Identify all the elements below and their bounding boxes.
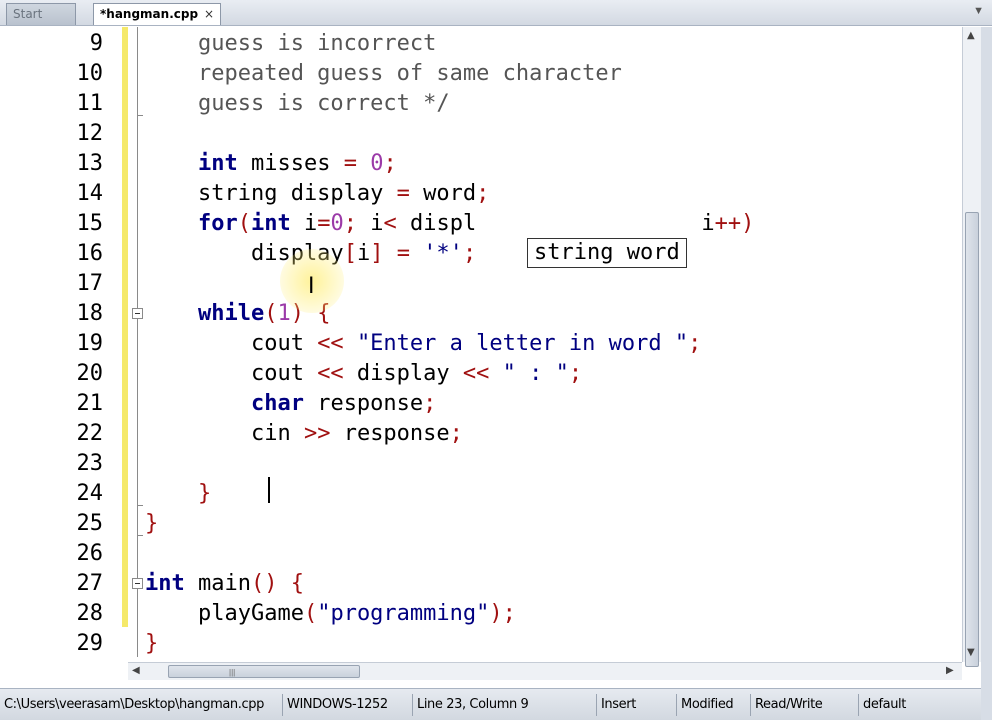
- code-text: playGame("programming");: [145, 601, 516, 626]
- code-line[interactable]: 20 cout << display << " : ";: [0, 359, 962, 389]
- close-icon[interactable]: ×: [204, 4, 214, 24]
- tab-label: *hangman.cpp: [100, 7, 199, 21]
- status-encoding[interactable]: WINDOWS-1252: [282, 694, 412, 716]
- vertical-scrollbar[interactable]: ▲ ▼: [962, 27, 981, 667]
- line-number: 15: [76, 211, 104, 236]
- code-text: for(int i=0; i< displ i++): [197, 211, 755, 236]
- tab-hangman-cpp[interactable]: *hangman.cpp ×: [93, 3, 221, 25]
- scroll-right-icon[interactable]: ▶: [946, 665, 954, 676]
- status-bar: C:\Users\veerasam\Desktop\hangman.cpp WI…: [0, 688, 981, 720]
- code-line[interactable]: 18 while(1) {: [0, 299, 962, 329]
- line-number: 25: [76, 511, 104, 536]
- code-line[interactable]: 12: [0, 119, 962, 149]
- fold-end-marker: [138, 535, 143, 536]
- tab-start-here[interactable]: Start Here: [6, 3, 76, 41]
- chevron-down-icon[interactable]: ▼: [973, 5, 984, 17]
- line-number: 13: [76, 151, 104, 176]
- code-line[interactable]: 15 for(int i=0; i< displ i++): [0, 209, 962, 239]
- code-text: guess is correct */: [145, 91, 450, 116]
- window-edge: [981, 27, 992, 720]
- tab-bar: Start Here *hangman.cpp × ▼: [0, 0, 992, 41]
- code-line[interactable]: 25}: [0, 509, 962, 539]
- line-number: 24: [76, 481, 104, 506]
- status-cursor-position[interactable]: Line 23, Column 9: [412, 694, 596, 716]
- parameter-tooltip: string word: [527, 238, 687, 268]
- code-line[interactable]: 16 display[i] = '*';: [0, 239, 962, 269]
- code-text: char response;: [250, 391, 437, 416]
- vertical-scroll-thumb[interactable]: [965, 212, 979, 667]
- code-line[interactable]: 22 cin >> response;: [0, 419, 962, 449]
- code-line[interactable]: 28 playGame("programming");: [0, 599, 962, 629]
- line-number: 9: [89, 31, 103, 56]
- fold-end-marker: [138, 115, 143, 116]
- line-number: 18: [76, 301, 104, 326]
- code-line[interactable]: 24 }: [0, 479, 962, 509]
- status-syntax[interactable]: default: [858, 694, 981, 716]
- line-number: 19: [76, 331, 104, 356]
- scroll-left-icon[interactable]: ◀: [132, 665, 140, 676]
- line-number: 26: [76, 541, 104, 566]
- code-text: repeated guess of same character: [145, 61, 622, 86]
- line-number: 10: [76, 61, 104, 86]
- code-editor[interactable]: 9 guess is incorrect 10 repeated guess of…: [0, 27, 962, 662]
- code-text: int main() {: [145, 571, 304, 596]
- code-line[interactable]: 29}: [0, 629, 962, 659]
- code-line[interactable]: 23: [0, 449, 962, 479]
- code-text: }: [145, 511, 159, 536]
- horizontal-scroll-thumb[interactable]: |||: [168, 665, 360, 678]
- code-text: string display = word;: [145, 181, 490, 206]
- code-text: int misses = 0;: [197, 151, 397, 176]
- text-caret: [268, 477, 270, 503]
- code-line[interactable]: 27 int main() {: [0, 569, 962, 599]
- horizontal-scrollbar[interactable]: ◀ ||| ▶: [128, 662, 962, 680]
- fold-toggle-icon[interactable]: [132, 578, 143, 589]
- ibeam-cursor-icon: I: [308, 274, 315, 299]
- code-line[interactable]: 26: [0, 539, 962, 569]
- code-text: cin >> response;: [145, 421, 463, 446]
- line-number: 11: [76, 91, 104, 116]
- line-number: 29: [76, 631, 104, 656]
- scroll-up-icon[interactable]: ▲: [967, 30, 975, 41]
- code-line[interactable]: 13 int misses = 0;: [0, 149, 962, 179]
- line-number: 21: [76, 391, 104, 416]
- code-line[interactable]: 11 guess is correct */: [0, 89, 962, 119]
- status-access: Read/Write: [750, 694, 858, 716]
- line-number: 17: [76, 271, 104, 296]
- code-line[interactable]: 21 char response;: [0, 389, 962, 419]
- line-number: 14: [76, 181, 104, 206]
- status-insert-mode[interactable]: Insert: [596, 694, 676, 716]
- line-number: 12: [76, 121, 104, 146]
- status-file-path: C:\Users\veerasam\Desktop\hangman.cpp: [4, 697, 264, 712]
- code-text: cout << "Enter a letter in word ";: [145, 331, 702, 356]
- scroll-down-icon[interactable]: ▼: [967, 647, 975, 658]
- line-number: 23: [76, 451, 104, 476]
- grip-icon: |||: [229, 668, 236, 677]
- line-number: 28: [76, 601, 104, 626]
- code-text: cout << display << " : ";: [145, 361, 583, 386]
- code-line[interactable]: 10 repeated guess of same character: [0, 59, 962, 89]
- code-line[interactable]: 14 string display = word;: [0, 179, 962, 209]
- fold-toggle-icon[interactable]: [132, 308, 143, 319]
- line-number: 22: [76, 421, 104, 446]
- code-text: guess is incorrect: [145, 31, 437, 56]
- code-line[interactable]: 17: [0, 269, 962, 299]
- code-line[interactable]: 19 cout << "Enter a letter in word ";: [0, 329, 962, 359]
- line-number: 27: [76, 571, 104, 596]
- code-text: }: [145, 631, 159, 656]
- code-line[interactable]: 9 guess is incorrect: [0, 29, 962, 59]
- code-text: }: [197, 481, 212, 506]
- line-number: 16: [76, 241, 104, 266]
- line-number: 20: [76, 361, 104, 386]
- fold-end-marker: [138, 505, 143, 506]
- status-modified: Modified: [676, 694, 750, 716]
